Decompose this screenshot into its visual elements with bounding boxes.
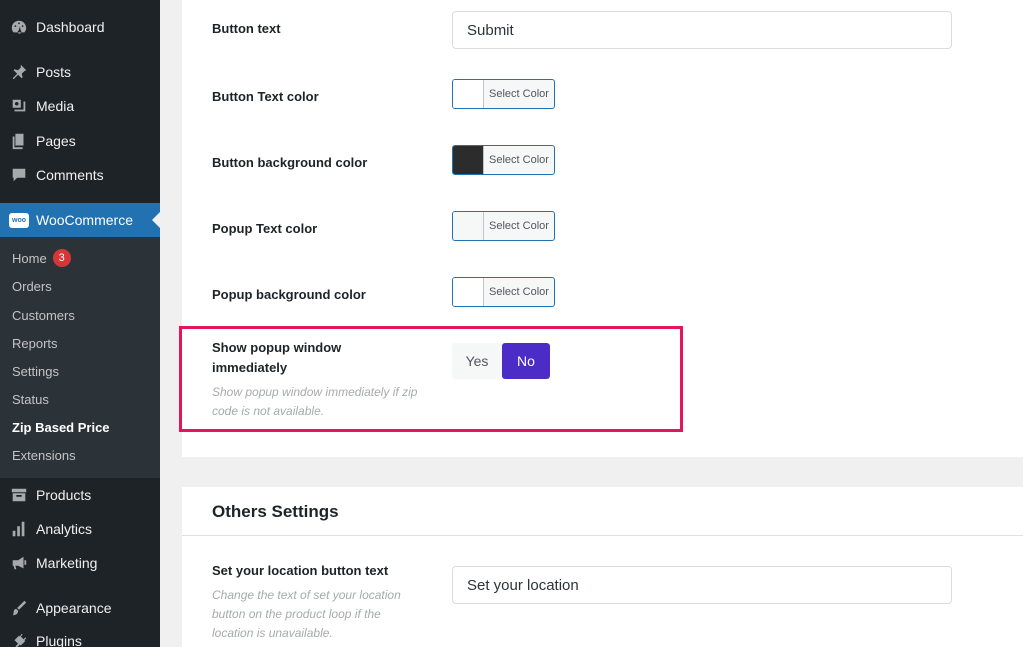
bar-chart-icon xyxy=(9,519,29,539)
sidebar-item-label: Analytics xyxy=(36,521,93,537)
sidebar-item-pages[interactable]: Pages xyxy=(0,124,160,158)
sidebar-item-posts[interactable]: Posts xyxy=(0,55,160,89)
comment-icon xyxy=(9,165,29,185)
sidebar-item-label: Comments xyxy=(36,167,104,183)
media-icon xyxy=(9,96,29,116)
sidebar-item-dashboard[interactable]: Dashboard xyxy=(0,10,160,44)
button-bg-color-label: Button background color xyxy=(212,155,368,170)
popup-text-color-picker[interactable]: Select Color xyxy=(452,211,555,241)
sidebar-item-label: WooCommerce xyxy=(36,212,133,228)
dashboard-icon xyxy=(9,17,29,37)
button-text-color-label: Button Text color xyxy=(212,89,319,104)
sidebar-item-label: Posts xyxy=(36,64,72,80)
submenu-item-status[interactable]: Status xyxy=(12,389,49,409)
popup-bg-color-picker[interactable]: Select Color xyxy=(452,277,555,307)
toggle-yes-option[interactable]: Yes xyxy=(452,343,502,379)
button-bg-color-picker[interactable]: Select Color xyxy=(452,145,555,175)
select-color-button[interactable]: Select Color xyxy=(484,80,554,108)
woo-logo: woo xyxy=(9,212,29,228)
sidebar-item-products[interactable]: Products xyxy=(0,478,160,512)
submenu-item-home[interactable]: Home 3 xyxy=(12,248,71,268)
popup-bg-color-label: Popup background color xyxy=(212,287,366,302)
show-popup-description: Show popup window immediately if zip cod… xyxy=(212,385,418,418)
woo-icon: woo xyxy=(9,210,29,230)
sidebar-item-label: Pages xyxy=(36,133,76,149)
admin-sidebar: Dashboard Posts Media Pages Comments woo… xyxy=(0,0,160,647)
sidebar-item-label: Appearance xyxy=(36,600,112,616)
sidebar-item-appearance[interactable]: Appearance xyxy=(0,591,160,625)
sidebar-item-label: Plugins xyxy=(36,633,82,647)
sidebar-item-label: Marketing xyxy=(36,555,98,571)
plugin-icon xyxy=(9,631,29,647)
sidebar-item-label: Media xyxy=(36,98,75,114)
submenu-label: Home xyxy=(12,250,47,266)
button-text-input[interactable]: Submit xyxy=(452,11,952,49)
color-swatch xyxy=(453,146,484,174)
submenu-item-settings[interactable]: Settings xyxy=(12,361,59,381)
section-divider xyxy=(182,535,1023,536)
active-arrow-indicator xyxy=(152,212,160,228)
location-button-input[interactable]: Set your location xyxy=(452,566,952,604)
submenu-item-zip-based-price[interactable]: Zip Based Price xyxy=(12,417,110,437)
location-button-label: Set your location button text xyxy=(212,563,389,578)
archive-icon xyxy=(9,485,29,505)
location-button-description: Change the text of set your location but… xyxy=(212,588,401,640)
woocommerce-submenu: Home 3 Orders Customers Reports Settings… xyxy=(0,237,160,478)
select-color-button[interactable]: Select Color xyxy=(484,278,554,306)
popup-text-color-label: Popup Text color xyxy=(212,221,318,236)
color-swatch xyxy=(453,212,484,240)
brush-icon xyxy=(9,598,29,618)
pages-icon xyxy=(9,131,29,151)
select-color-button[interactable]: Select Color xyxy=(484,212,554,240)
color-swatch xyxy=(453,80,484,108)
submenu-item-extensions[interactable]: Extensions xyxy=(12,445,76,465)
sidebar-item-label: Products xyxy=(36,487,92,503)
section-title: Others Settings xyxy=(212,502,339,521)
submenu-item-customers[interactable]: Customers xyxy=(12,305,75,325)
pin-icon xyxy=(9,62,29,82)
submenu-item-reports[interactable]: Reports xyxy=(12,333,58,353)
sidebar-item-plugins[interactable]: Plugins xyxy=(0,624,160,647)
notification-badge: 3 xyxy=(52,249,71,267)
button-text-label: Button text xyxy=(212,21,281,36)
toggle-no-option[interactable]: No xyxy=(502,343,550,379)
show-popup-toggle[interactable]: Yes No xyxy=(452,343,550,379)
submenu-item-orders[interactable]: Orders xyxy=(12,276,52,296)
sidebar-item-label: Dashboard xyxy=(36,19,105,35)
sidebar-item-media[interactable]: Media xyxy=(0,89,160,123)
sidebar-item-comments[interactable]: Comments xyxy=(0,158,160,192)
show-popup-label: Show popup window immediately xyxy=(212,340,342,375)
sidebar-item-woocommerce[interactable]: woo WooCommerce xyxy=(0,203,160,237)
megaphone-icon xyxy=(9,553,29,573)
color-swatch xyxy=(453,278,484,306)
sidebar-item-analytics[interactable]: Analytics xyxy=(0,512,160,546)
sidebar-item-marketing[interactable]: Marketing xyxy=(0,546,160,580)
select-color-button[interactable]: Select Color xyxy=(484,146,554,174)
button-text-color-picker[interactable]: Select Color xyxy=(452,79,555,109)
